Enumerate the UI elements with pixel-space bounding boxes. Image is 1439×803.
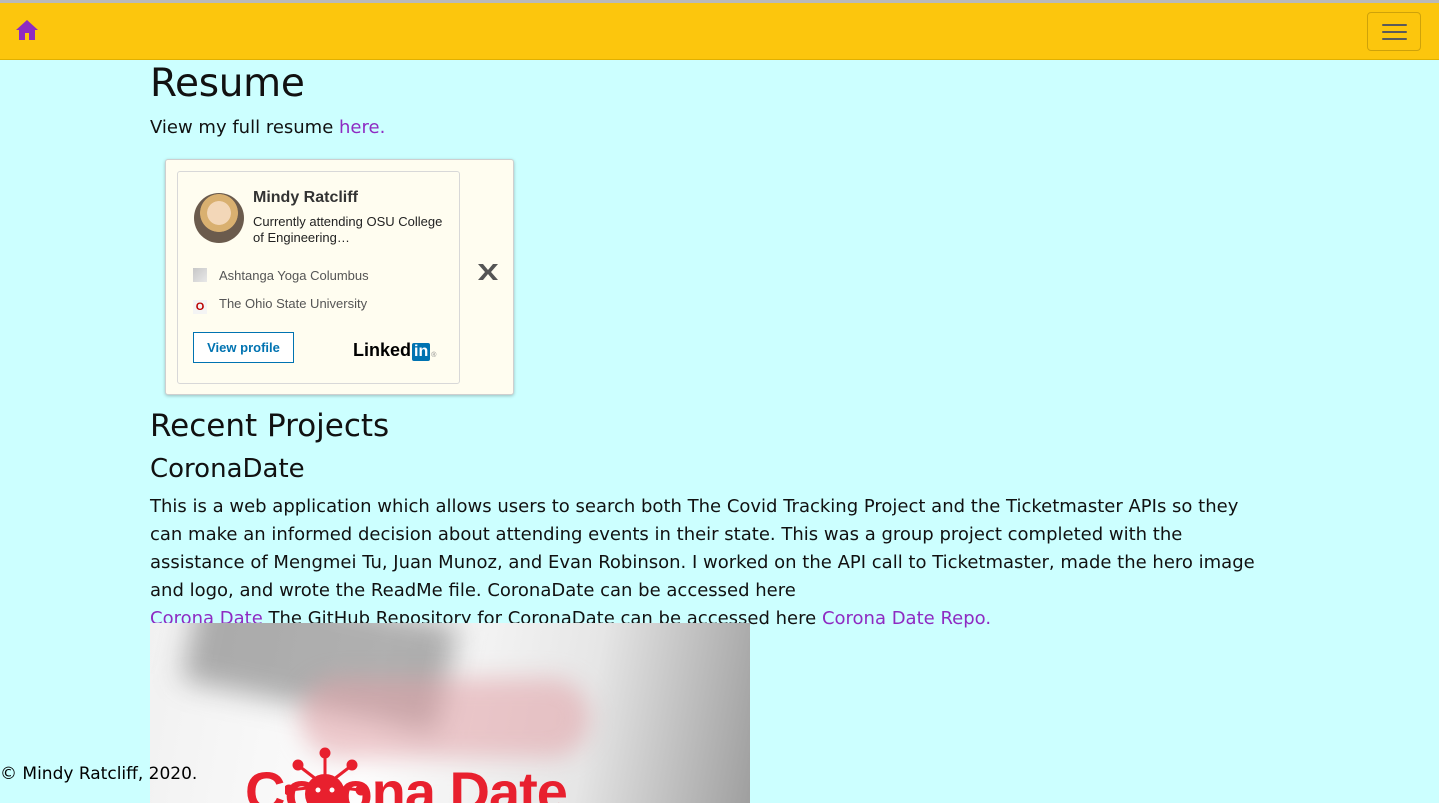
corona-date-repo-link[interactable]: Corona Date Repo. xyxy=(822,608,991,629)
project-description-text: This is a web application which allows u… xyxy=(150,496,1255,601)
hamburger-menu-icon xyxy=(1382,24,1407,26)
company-name: Ashtanga Yoga Columbus xyxy=(219,268,369,283)
linkedin-logo-text: Linked xyxy=(353,340,412,360)
hamburger-bar xyxy=(1382,38,1407,40)
recent-projects-heading: Recent Projects xyxy=(150,408,390,444)
avatar[interactable] xyxy=(194,193,244,243)
close-icon[interactable] xyxy=(477,262,499,286)
hamburger-menu-button[interactable] xyxy=(1367,12,1421,51)
virus-icon xyxy=(285,747,365,803)
home-icon[interactable] xyxy=(15,19,39,41)
view-profile-button[interactable]: View profile xyxy=(193,332,294,363)
resume-heading: Resume xyxy=(150,61,305,106)
navbar xyxy=(0,3,1439,60)
linkedin-profile-card: Mindy Ratcliff Currently attending OSU C… xyxy=(177,171,460,384)
company-logo-icon xyxy=(193,268,207,282)
profile-headline: Currently attending OSU College of Engin… xyxy=(253,214,443,245)
resume-link[interactable]: here. xyxy=(339,117,385,138)
footer-copyright: © Mindy Ratcliff, 2020. xyxy=(0,764,198,784)
hamburger-bar xyxy=(1382,31,1407,33)
osu-logo-icon: O xyxy=(193,300,207,314)
project-description: This is a web application which allows u… xyxy=(150,493,1275,633)
linkedin-badge: Mindy Ratcliff Currently attending OSU C… xyxy=(165,159,514,395)
registered-icon: ® xyxy=(431,352,437,359)
profile-name[interactable]: Mindy Ratcliff xyxy=(253,189,358,207)
close-x-glyph xyxy=(478,264,498,280)
school-name: The Ohio State University xyxy=(219,296,368,311)
resume-intro: View my full resume here. xyxy=(150,117,385,138)
resume-intro-text: View my full resume xyxy=(150,117,340,138)
linkedin-in-icon: in xyxy=(412,343,431,361)
project-hero-image: Corona Date xyxy=(150,623,750,803)
linkedin-logo[interactable]: Linked in ® xyxy=(353,340,436,361)
school-row[interactable]: O The Ohio State University xyxy=(193,296,367,314)
company-row[interactable]: Ashtanga Yoga Columbus xyxy=(193,268,369,283)
project-title: CoronaDate xyxy=(150,454,305,484)
